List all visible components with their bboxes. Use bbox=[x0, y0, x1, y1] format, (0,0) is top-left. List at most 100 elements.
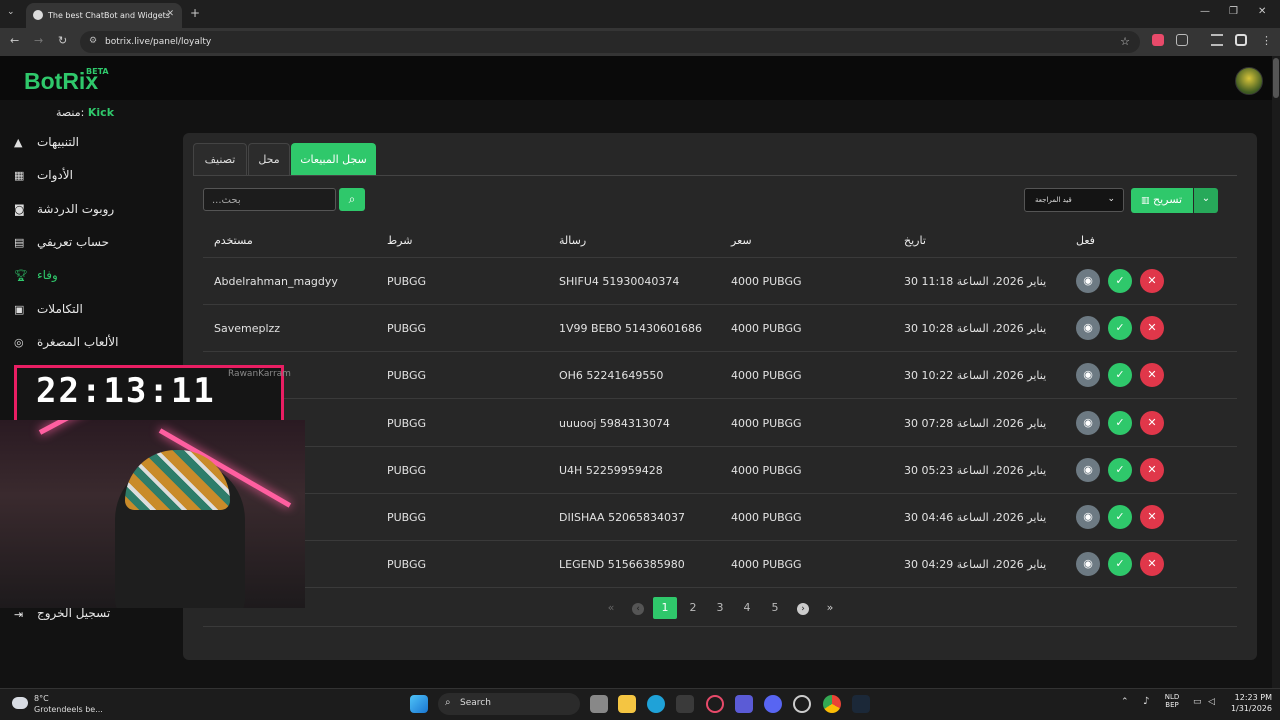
reject-button[interactable]: ✕ bbox=[1140, 411, 1164, 435]
view-button[interactable]: ◉ bbox=[1076, 458, 1100, 482]
pagination-page-4[interactable]: 4 bbox=[735, 597, 759, 619]
page-scrollbar[interactable] bbox=[1272, 56, 1280, 688]
language-indicator[interactable]: NLD BEP bbox=[1162, 693, 1182, 709]
profile-icon[interactable] bbox=[1235, 34, 1247, 46]
approve-button[interactable]: ✓ bbox=[1108, 363, 1132, 387]
task-view-icon[interactable] bbox=[590, 695, 608, 713]
view-button[interactable]: ◉ bbox=[1076, 316, 1100, 340]
url-text: botrix.live/panel/loyalty bbox=[105, 37, 212, 47]
approve-button[interactable]: ✓ bbox=[1108, 552, 1132, 576]
search-button[interactable]: ⌕ bbox=[339, 188, 365, 211]
tab-list-icon[interactable]: ⌄ bbox=[7, 7, 15, 17]
site-info-icon[interactable]: ⚙ bbox=[89, 36, 97, 46]
weather-widget[interactable]: 8°C Grotendeels be... bbox=[12, 694, 103, 714]
new-tab-icon[interactable]: + bbox=[190, 6, 200, 20]
pagination-last[interactable]: » bbox=[818, 597, 842, 619]
search-icon: ⌕ bbox=[348, 192, 356, 206]
user-avatar[interactable] bbox=[1235, 67, 1263, 95]
forward-icon[interactable]: → bbox=[34, 34, 43, 47]
status-filter-select[interactable]: قيد المراجعة ⌄ bbox=[1024, 188, 1124, 212]
approve-button[interactable]: ✓ bbox=[1108, 316, 1132, 340]
app-header bbox=[0, 56, 1272, 100]
sidebar-item-chatbot[interactable]: ◙ روبوت الدردشة bbox=[14, 199, 164, 221]
reading-list-icon[interactable] bbox=[1211, 34, 1223, 46]
maximize-icon[interactable]: ❐ bbox=[1229, 6, 1238, 17]
view-button[interactable]: ◉ bbox=[1076, 363, 1100, 387]
chat-icon: ▣ bbox=[14, 303, 25, 316]
sidebar-item-alerts[interactable]: ▲ التنبيهات bbox=[14, 132, 164, 154]
extension-icon[interactable] bbox=[1152, 34, 1164, 46]
eye-icon: ◉ bbox=[1083, 274, 1093, 287]
tab-sales-log[interactable]: سجل المبيعات bbox=[291, 143, 376, 175]
steam-icon[interactable] bbox=[852, 695, 870, 713]
cell-date: 30 يناير 2026، الساعة 11:18 bbox=[904, 275, 1047, 288]
reject-button[interactable]: ✕ bbox=[1140, 552, 1164, 576]
export-label: تسريح bbox=[1153, 193, 1183, 206]
tab-ranking[interactable]: تصنيف bbox=[193, 143, 247, 175]
edge-icon[interactable] bbox=[647, 695, 665, 713]
view-button[interactable]: ◉ bbox=[1076, 269, 1100, 293]
sidebar-item-integrations[interactable]: ▣ التكاملات bbox=[14, 299, 164, 321]
extensions-puzzle-icon[interactable] bbox=[1176, 34, 1188, 46]
reject-button[interactable]: ✕ bbox=[1140, 505, 1164, 529]
status-filter-value: قيد المراجعة bbox=[1035, 196, 1072, 204]
discord-icon[interactable] bbox=[764, 695, 782, 713]
obs-icon[interactable] bbox=[793, 695, 811, 713]
pagination-page-1[interactable]: 1 bbox=[653, 597, 677, 619]
sidebar-item-profile[interactable]: ▤ حساب تعريفي bbox=[14, 232, 164, 254]
reject-button[interactable]: ✕ bbox=[1140, 363, 1164, 387]
chrome-icon[interactable] bbox=[823, 695, 841, 713]
row-divider bbox=[203, 398, 1237, 399]
search-input[interactable]: ...بحث bbox=[203, 188, 336, 211]
sidebar-item-loyalty[interactable]: 🏆︎ وفاء bbox=[14, 265, 164, 287]
sidebar-item-minigames[interactable]: ◎ الألعاب المصغرة bbox=[14, 332, 164, 354]
close-tab-icon[interactable]: ✕ bbox=[166, 9, 174, 19]
file-explorer-icon[interactable] bbox=[618, 695, 636, 713]
pagination-page-5[interactable]: 5 bbox=[763, 597, 787, 619]
pagination-prev[interactable]: ‹ bbox=[626, 597, 650, 619]
minimize-icon[interactable]: — bbox=[1200, 6, 1210, 17]
store-icon[interactable] bbox=[676, 695, 694, 713]
volume-icon[interactable]: ◁ bbox=[1208, 697, 1215, 707]
system-clock[interactable]: 12:23 PM 1/31/2026 bbox=[1224, 693, 1272, 713]
reject-button[interactable]: ✕ bbox=[1140, 316, 1164, 340]
start-icon[interactable] bbox=[410, 695, 428, 713]
bookmark-star-icon[interactable]: ☆ bbox=[1120, 35, 1130, 48]
column-header-price: سعر bbox=[731, 234, 752, 247]
row-divider bbox=[203, 587, 1237, 588]
export-dropdown-toggle[interactable]: ⌄ bbox=[1194, 188, 1218, 213]
app-icon[interactable] bbox=[735, 695, 753, 713]
scrollbar-thumb[interactable] bbox=[1273, 58, 1279, 98]
approve-button[interactable]: ✓ bbox=[1108, 458, 1132, 482]
approve-button[interactable]: ✓ bbox=[1108, 505, 1132, 529]
sidebar-item-tools[interactable]: ▦ الأدوات bbox=[14, 165, 164, 187]
close-window-icon[interactable]: ✕ bbox=[1258, 6, 1266, 17]
url-bar[interactable]: ⚙ botrix.live/panel/loyalty ☆ bbox=[80, 31, 1140, 53]
pagination-first[interactable]: « bbox=[599, 597, 623, 619]
view-button[interactable]: ◉ bbox=[1076, 552, 1100, 576]
pagination-next[interactable]: › bbox=[791, 597, 815, 619]
tray-chevron-icon[interactable]: ⌃ bbox=[1121, 697, 1129, 707]
network-icon[interactable]: ▭ bbox=[1193, 697, 1202, 707]
back-icon[interactable]: ← bbox=[10, 34, 19, 47]
webcam-overlay bbox=[0, 420, 305, 608]
tab-shop[interactable]: محل bbox=[248, 143, 290, 175]
approve-button[interactable]: ✓ bbox=[1108, 269, 1132, 293]
browser-tab[interactable]: The best ChatBot and Widgets ✕ bbox=[26, 3, 182, 28]
pagination-page-2[interactable]: 2 bbox=[681, 597, 705, 619]
reject-button[interactable]: ✕ bbox=[1140, 458, 1164, 482]
logout-button[interactable]: ⇥ تسجيل الخروج bbox=[14, 606, 164, 628]
microphone-icon[interactable]: ♪ bbox=[1143, 696, 1149, 707]
approve-button[interactable]: ✓ bbox=[1108, 411, 1132, 435]
browser-menu-icon[interactable]: ⋮ bbox=[1261, 34, 1272, 47]
grid-icon: ▦ bbox=[14, 169, 25, 182]
pagination-page-3[interactable]: 3 bbox=[708, 597, 732, 619]
view-button[interactable]: ◉ bbox=[1076, 411, 1100, 435]
tab-divider bbox=[193, 175, 1237, 176]
reject-button[interactable]: ✕ bbox=[1140, 269, 1164, 293]
view-button[interactable]: ◉ bbox=[1076, 505, 1100, 529]
export-button[interactable]: ▥ تسريح bbox=[1131, 188, 1193, 213]
opera-icon[interactable] bbox=[706, 695, 724, 713]
reload-icon[interactable]: ↻ bbox=[58, 34, 67, 47]
taskbar-search[interactable]: ⌕ Search bbox=[438, 693, 580, 715]
